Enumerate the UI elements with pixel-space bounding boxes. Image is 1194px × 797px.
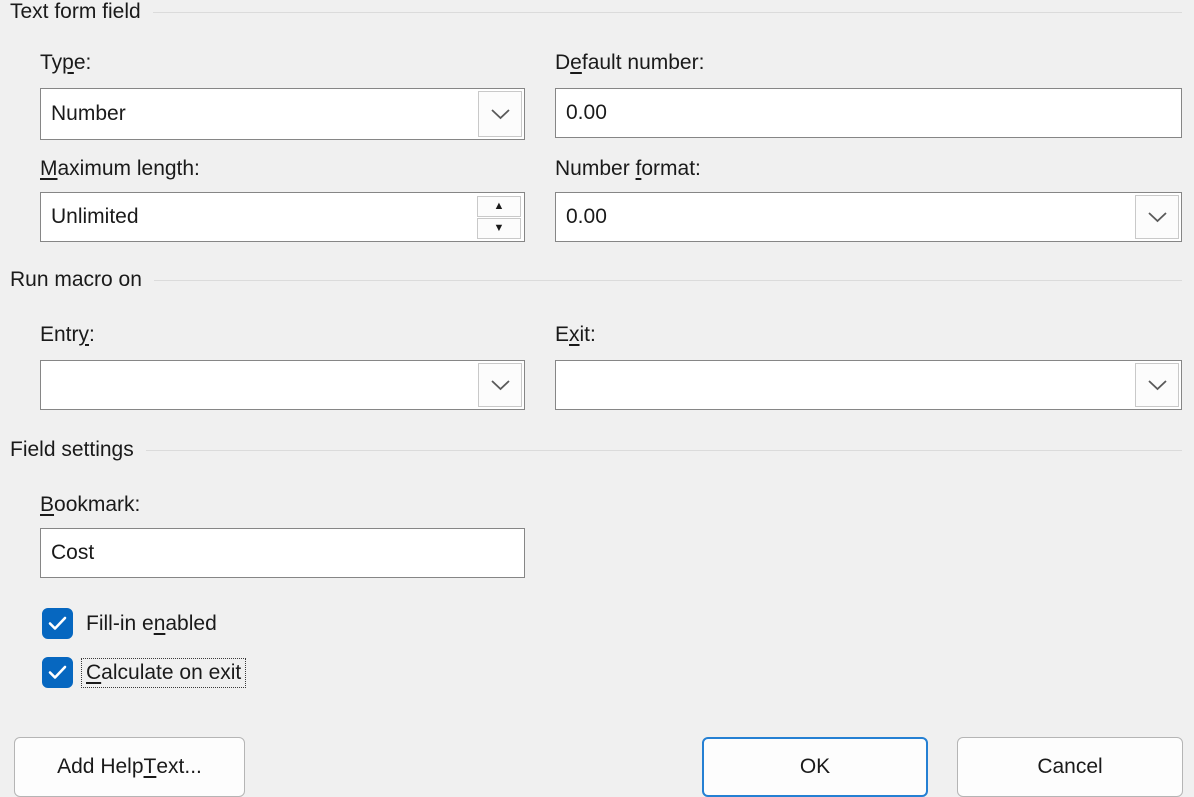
bookmark-field[interactable]: [40, 528, 525, 578]
bookmark-input[interactable]: [41, 529, 524, 577]
group-title-text-form-field: Text form field: [10, 0, 141, 24]
entry-label: Entry:: [40, 322, 95, 348]
group-title-run-macro-on: Run macro on: [10, 268, 142, 292]
fill-in-enabled-checkbox[interactable]: [42, 608, 73, 639]
type-label: Type:: [40, 50, 91, 76]
text-form-field-options-dialog: { "sections": { "text_form_field": { "ti…: [0, 0, 1194, 794]
group-divider-line: [146, 450, 1182, 451]
spin-up-button[interactable]: ▲: [477, 196, 521, 217]
group-title-field-settings: Field settings: [10, 438, 134, 462]
entry-combobox[interactable]: [40, 360, 525, 410]
number-format-label: Number format:: [555, 156, 701, 182]
number-format-combobox-input[interactable]: [556, 193, 1181, 241]
spin-down-button[interactable]: ▼: [477, 218, 521, 239]
exit-dropdown-button[interactable]: [1135, 363, 1179, 407]
chevron-down-icon: [490, 379, 511, 391]
checkmark-icon: [48, 616, 67, 631]
calculate-on-exit-checkbox[interactable]: [42, 657, 73, 688]
chevron-down-icon: [1147, 211, 1168, 223]
exit-combobox[interactable]: [555, 360, 1182, 410]
maximum-length-spinner[interactable]: ▲ ▼: [40, 192, 525, 242]
group-divider-line: [153, 12, 1182, 13]
default-number-label: Default number:: [555, 50, 704, 76]
triangle-down-icon: ▼: [494, 223, 505, 234]
group-header-text-form-field: Text form field: [10, 0, 1182, 24]
group-header-run-macro-on: Run macro on: [10, 268, 1182, 292]
type-dropdown-button[interactable]: [478, 91, 522, 137]
default-number-field[interactable]: [555, 88, 1182, 138]
chevron-down-icon: [490, 108, 511, 120]
chevron-down-icon: [1147, 379, 1168, 391]
cancel-button[interactable]: Cancel: [957, 737, 1183, 797]
entry-dropdown-button[interactable]: [478, 363, 522, 407]
triangle-up-icon: ▲: [494, 201, 505, 212]
ok-button[interactable]: OK: [702, 737, 928, 797]
group-header-field-settings: Field settings: [10, 438, 1182, 462]
bookmark-label: Bookmark:: [40, 492, 140, 518]
maximum-length-label: Maximum length:: [40, 156, 200, 182]
calculate-on-exit-row: Calculate on exit: [42, 657, 241, 688]
checkmark-icon: [48, 665, 67, 680]
fill-in-enabled-label: Fill-in enabled: [86, 611, 217, 637]
entry-combobox-input[interactable]: [41, 361, 524, 409]
number-format-combobox[interactable]: [555, 192, 1182, 242]
number-format-dropdown-button[interactable]: [1135, 195, 1179, 239]
exit-label: Exit:: [555, 322, 596, 348]
add-help-text-button[interactable]: Add Help Text...: [14, 737, 245, 797]
group-divider-line: [154, 280, 1182, 281]
type-combobox-input[interactable]: [41, 89, 524, 139]
maximum-length-input[interactable]: [41, 193, 524, 241]
default-number-input[interactable]: [556, 89, 1181, 137]
fill-in-enabled-row: Fill-in enabled: [42, 608, 217, 639]
calculate-on-exit-label: Calculate on exit: [81, 658, 246, 688]
type-combobox[interactable]: [40, 88, 525, 140]
exit-combobox-input[interactable]: [556, 361, 1181, 409]
